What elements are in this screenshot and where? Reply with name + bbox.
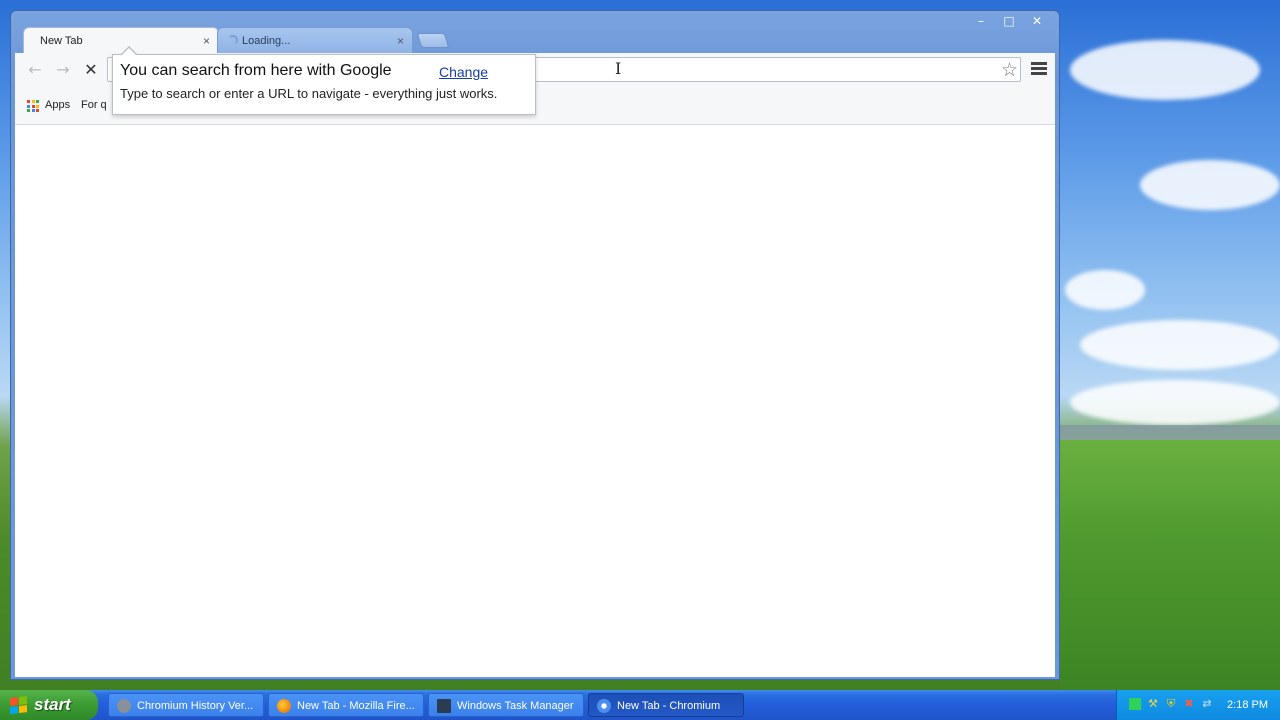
tab-strip: New Tab × Loading... × [19,27,619,53]
clock[interactable]: 2:18 PM [1227,690,1268,720]
bookmark-item[interactable]: For q [81,99,107,111]
system-tray: ⚒ ⛨ ✖ ⇄ 2:18 PM [1116,690,1280,720]
new-tab-button[interactable] [416,33,450,48]
desktop-cloud [1070,40,1260,100]
taskbar-item-task-manager[interactable]: Windows Task Manager [428,693,584,717]
desktop-cloud [1070,380,1280,425]
page-content-area[interactable] [15,125,1055,677]
task-manager-icon [437,699,451,713]
text-cursor-icon: I [615,59,622,78]
task-label: New Tab - Chromium [617,700,721,712]
security-alert-icon[interactable]: ✖ [1183,698,1195,710]
taskbar-item-chromium[interactable]: New Tab - Chromium [588,693,744,717]
chromium-icon [597,699,611,713]
start-button[interactable]: start [0,690,98,720]
desktop-cloud [1080,320,1280,370]
back-arrow-icon[interactable]: ← [25,61,45,79]
task-label: New Tab - Mozilla Fire... [297,700,415,712]
window-controls: – □ ✕ [967,13,1051,29]
tab-title: Loading... [242,35,291,47]
minimize-button[interactable]: – [967,13,995,29]
bookmarks-bar: Apps For q You can search from here with… [15,46,1055,125]
apps-grid-icon[interactable] [27,100,39,112]
taskbar-item-chromium-history[interactable]: Chromium History Ver... [108,693,264,717]
shield-icon[interactable]: ⛨ [1165,698,1177,710]
hamburger-menu-icon[interactable] [1031,62,1047,77]
gear-app-icon [117,699,131,713]
bookmark-star-icon[interactable]: ☆ [1001,59,1018,81]
desktop-cloud [1140,160,1280,210]
maximize-button[interactable]: □ [995,13,1023,29]
search-engine-bubble: You can search from here with Google Cha… [112,46,536,115]
network-icon[interactable] [1129,698,1141,710]
connection-icon[interactable]: ⇄ [1201,698,1213,710]
stop-x-icon[interactable]: ✕ [81,61,101,79]
desktop-cloud [1065,270,1145,310]
close-window-button[interactable]: ✕ [1023,13,1051,29]
task-label: Chromium History Ver... [137,700,254,712]
chromium-window: – □ ✕ New Tab × Loading... × ← → ✕ ☆ I A… [10,10,1060,680]
tab-close-icon[interactable]: × [397,28,404,54]
change-search-engine-link[interactable]: Change [439,64,488,80]
bubble-subtitle: Type to search or enter a URL to navigat… [120,86,498,101]
bookmark-apps[interactable]: Apps [45,99,70,111]
taskbar-item-firefox[interactable]: New Tab - Mozilla Fire... [268,693,424,717]
bubble-title: You can search from here with Google [120,62,392,79]
task-label: Windows Task Manager [457,700,574,712]
tab-title: New Tab [40,35,83,47]
windows-taskbar: start Chromium History Ver... New Tab - … [0,690,1280,720]
windows-flag-icon [10,696,28,714]
tab-close-icon[interactable]: × [203,28,210,54]
start-label: start [34,695,71,714]
forward-arrow-icon[interactable]: → [53,61,73,79]
loading-spinner-icon [228,35,238,45]
tool-icon[interactable]: ⚒ [1147,698,1159,710]
firefox-icon [277,699,291,713]
tab-loading[interactable]: Loading... × [217,27,413,53]
desktop-green-hill [1060,440,1280,690]
